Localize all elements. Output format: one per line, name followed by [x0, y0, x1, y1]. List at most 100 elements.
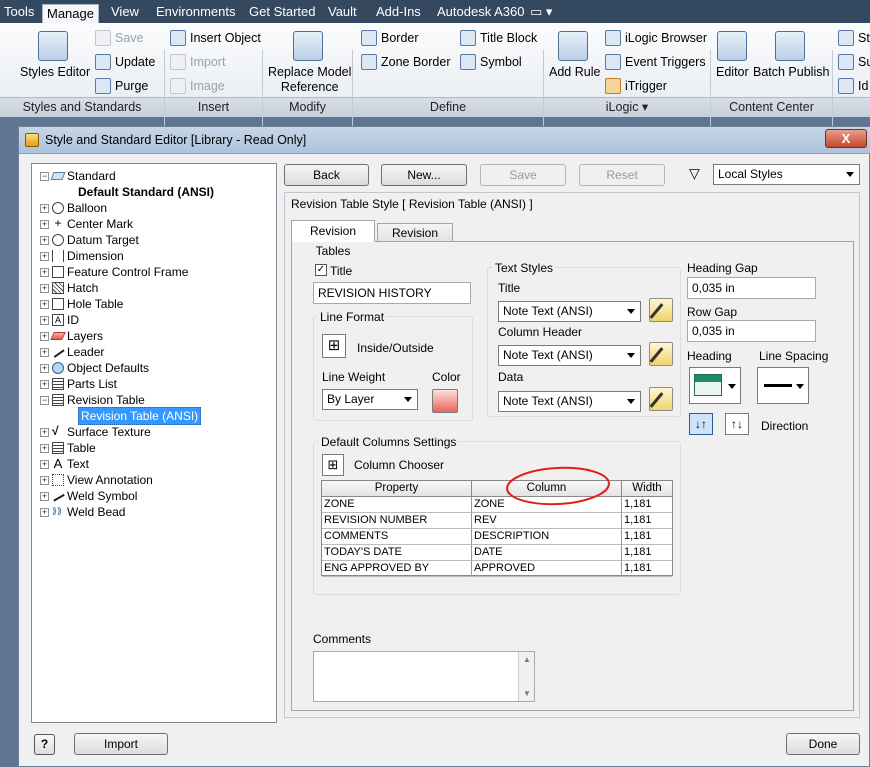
comments-textarea[interactable]: ▲ ▼ [313, 651, 535, 702]
tree-item-balloon[interactable]: + Balloon [40, 200, 107, 216]
ilogic-browser-button[interactable]: iLogic Browser [605, 30, 707, 46]
comments-scrollbar[interactable]: ▲ ▼ [518, 652, 534, 701]
tab-revision-tables[interactable]: Revision Tables [291, 220, 375, 258]
cell-property[interactable]: COMMENTS [322, 529, 472, 545]
cell-width[interactable]: 1,181 [622, 513, 672, 529]
tab-view[interactable]: View [107, 3, 143, 21]
image-button[interactable]: Image [170, 78, 225, 94]
purge-button[interactable]: Purge [95, 78, 148, 94]
tree-item-dimension[interactable]: + Dimension [40, 248, 124, 264]
tree-item-revision-table-ansi[interactable]: Revision Table (ANSI) [78, 407, 202, 425]
tree-item-surface-texture[interactable]: + √ Surface Texture [40, 424, 151, 440]
tree-item-standard[interactable]: − Standard [40, 168, 116, 184]
batch-publish-icon[interactable] [775, 31, 805, 61]
header-property[interactable]: Property [322, 481, 472, 497]
tab-environments[interactable]: Environments [152, 3, 239, 21]
tree-item-hole-table[interactable]: + Hole Table [40, 296, 123, 312]
tree-item-table[interactable]: + Table [40, 440, 96, 456]
help-button[interactable]: ? [34, 734, 55, 755]
expand-icon[interactable]: + [40, 315, 49, 325]
cell-property[interactable]: ZONE [322, 497, 472, 513]
import-button[interactable]: Import [170, 54, 225, 70]
tree-item-text[interactable]: + A Text [40, 456, 89, 472]
expand-icon[interactable]: + [40, 427, 49, 437]
tree-item-leader[interactable]: + Leader [40, 344, 104, 360]
dialog-titlebar[interactable]: Style and Standard Editor [Library - Rea… [19, 127, 870, 154]
cell-width[interactable]: 1,181 [622, 561, 672, 577]
title-block-button[interactable]: Title Block [460, 30, 537, 46]
panel-insert[interactable]: Insert [165, 97, 262, 117]
save-button[interactable]: Save [95, 30, 144, 46]
tree-item-feature-control-frame[interactable]: + Feature Control Frame [40, 264, 188, 280]
tree-item-hatch[interactable]: + Hatch [40, 280, 98, 296]
edit-title-style-pencil-icon[interactable] [649, 298, 673, 322]
done-button[interactable]: Done [786, 733, 860, 755]
tree-item-object-defaults[interactable]: + Object Defaults [40, 360, 149, 376]
style-tree[interactable]: − Standard Default Standard (ANSI) + Ball… [31, 163, 277, 723]
itrigger-button[interactable]: iTrigger [605, 78, 667, 94]
expand-icon[interactable]: + [40, 379, 49, 389]
tab-tools[interactable]: Tools [0, 3, 38, 21]
column-chooser-button[interactable]: Column Chooser [354, 458, 444, 472]
expand-icon[interactable]: + [40, 203, 49, 213]
expand-icon[interactable]: + [40, 251, 49, 261]
save-style-button[interactable]: Save [480, 164, 566, 186]
tab-add-ins[interactable]: Add-Ins [372, 3, 425, 21]
cell-column[interactable]: REV [472, 513, 622, 529]
title-checkbox[interactable]: ✓ [315, 264, 327, 276]
id-button[interactable]: Id [838, 78, 868, 94]
title-input[interactable]: REVISION HISTORY [313, 282, 471, 304]
expand-icon[interactable]: + [40, 283, 49, 293]
import-style-button[interactable]: Import [74, 733, 168, 755]
tree-item-view-annotation[interactable]: + View Annotation [40, 472, 153, 488]
expand-icon[interactable]: + [40, 299, 49, 309]
tree-item-revision-table[interactable]: − Revision Table [40, 392, 145, 408]
st-button[interactable]: St [838, 30, 870, 46]
expand-icon[interactable]: + [40, 475, 49, 485]
styles-editor-button[interactable]: Styles Editor [20, 65, 90, 79]
back-button[interactable]: Back [284, 164, 369, 186]
expand-icon[interactable]: + [40, 363, 49, 373]
close-button[interactable]: X [825, 129, 867, 148]
tree-item-id[interactable]: + A ID [40, 312, 79, 328]
panel-define[interactable]: Define [353, 97, 543, 117]
panel-ilogic[interactable]: iLogic ▾ [544, 97, 710, 117]
column-header-style-dropdown[interactable]: Note Text (ANSI) [498, 345, 641, 366]
add-rule-button[interactable]: Add Rule [549, 65, 600, 79]
tab-revision-tags[interactable]: Revision Tags [377, 223, 453, 258]
cell-column[interactable]: DATE [472, 545, 622, 561]
cell-column[interactable]: DESCRIPTION [472, 529, 622, 545]
styles-editor-icon[interactable] [38, 31, 68, 61]
symbol-button[interactable]: Symbol [460, 54, 522, 70]
expand-icon[interactable]: + [40, 443, 49, 453]
insert-object-button[interactable]: Insert Object [170, 30, 261, 46]
zone-border-button[interactable]: Zone Border [361, 54, 450, 70]
color-picker-button[interactable] [432, 389, 458, 413]
replace-model-icon[interactable] [293, 31, 323, 61]
expand-icon[interactable]: + [40, 491, 49, 501]
scroll-down-icon[interactable]: ▼ [523, 689, 531, 698]
reset-button[interactable]: Reset [579, 164, 665, 186]
panel-content-center[interactable]: Content Center [711, 97, 832, 117]
su-button[interactable]: Su [838, 54, 870, 70]
expand-icon[interactable]: + [40, 347, 49, 357]
title-style-dropdown[interactable]: Note Text (ANSI) [498, 301, 641, 322]
tree-item-layers[interactable]: + Layers [40, 328, 103, 344]
direction-down-icon[interactable]: ↓↑ [689, 413, 713, 435]
replace-model-reference-button[interactable]: Replace Model Reference [268, 65, 351, 95]
border-button[interactable]: Border [361, 30, 419, 46]
expand-icon[interactable]: + [40, 219, 49, 229]
cell-property[interactable]: ENG APPROVED BY [322, 561, 472, 577]
panel-styles-and-standards[interactable]: Styles and Standards [0, 97, 164, 117]
row-gap-input[interactable]: 0,035 in [687, 320, 816, 342]
cell-width[interactable]: 1,181 [622, 497, 672, 513]
style-filter-dropdown[interactable]: Local Styles [713, 164, 860, 185]
tab-get-started[interactable]: Get Started [245, 3, 319, 21]
cell-width[interactable]: 1,181 [622, 529, 672, 545]
ribbon-options-icon[interactable]: ▭ ▾ [526, 3, 556, 21]
edit-header-style-pencil-icon[interactable] [649, 342, 673, 366]
tab-autodesk-a360[interactable]: Autodesk A360 [433, 3, 528, 21]
update-button[interactable]: Update [95, 54, 155, 70]
tree-item-default-standard[interactable]: Default Standard (ANSI) [78, 184, 214, 200]
editor-button[interactable]: Editor [716, 65, 749, 79]
